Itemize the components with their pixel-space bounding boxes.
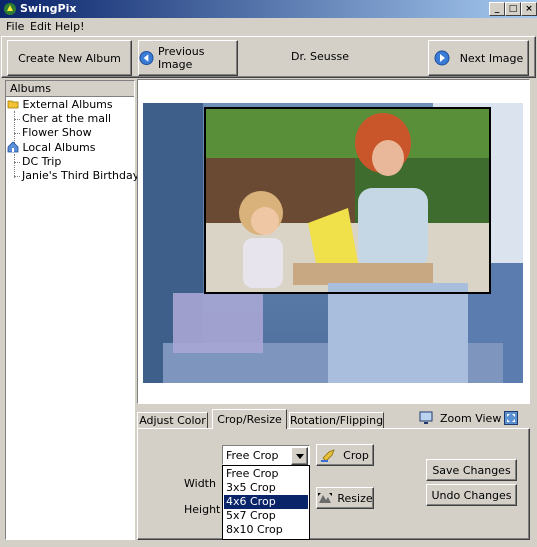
close-button[interactable]: × bbox=[521, 2, 537, 16]
minimize-button[interactable]: _ bbox=[489, 2, 505, 16]
tree-connector bbox=[14, 133, 20, 134]
undo-changes-button[interactable]: Undo Changes bbox=[426, 484, 517, 506]
create-album-label: Create New Album bbox=[18, 51, 121, 65]
resize-button[interactable]: Resize bbox=[316, 487, 374, 509]
tab-crop-resize[interactable]: Crop/Resize bbox=[212, 409, 287, 429]
fullscreen-icon[interactable] bbox=[504, 411, 518, 425]
maximize-button[interactable]: □ bbox=[505, 2, 521, 16]
next-image-label: Next Image bbox=[459, 51, 524, 65]
height-label: Height bbox=[184, 503, 221, 516]
chevron-down-icon[interactable] bbox=[291, 447, 308, 465]
resize-icon bbox=[318, 493, 333, 503]
tab-adjust-color[interactable]: Adjust Color bbox=[137, 412, 208, 429]
tree-label: Cher at the mall bbox=[22, 112, 112, 125]
tree-connector bbox=[14, 119, 20, 120]
tree-item-album[interactable]: DC Trip bbox=[22, 155, 61, 169]
tab-label: Crop/Resize bbox=[217, 413, 282, 426]
folder-icon bbox=[7, 100, 19, 109]
photo[interactable] bbox=[143, 103, 523, 383]
tree-item-album[interactable]: Flower Show bbox=[22, 126, 92, 140]
tree-connector bbox=[14, 176, 20, 177]
crop-select-value: Free Crop bbox=[226, 449, 279, 462]
crop-icon bbox=[321, 449, 335, 462]
app-icon bbox=[4, 3, 16, 15]
app-title: SwingPix bbox=[20, 2, 77, 15]
crop-size-select[interactable]: Free Crop bbox=[222, 445, 310, 465]
tree-node-external-albums[interactable]: External Albums bbox=[7, 98, 113, 112]
zoom-view-label: Zoom View bbox=[440, 412, 502, 425]
crop-size-dropdown: Free Crop 3x5 Crop 4x6 Crop 5x7 Crop 8x1… bbox=[222, 465, 310, 540]
zoom-view-control[interactable]: Zoom View bbox=[419, 411, 519, 427]
crop-option[interactable]: 8x10 Crop bbox=[224, 523, 308, 537]
tree-label: Local Albums bbox=[22, 141, 96, 154]
crop-button-label: Crop bbox=[343, 448, 369, 462]
tree-label: Flower Show bbox=[22, 126, 92, 139]
tree-connector bbox=[14, 162, 20, 163]
menu-help[interactable]: Help! bbox=[55, 20, 85, 33]
crop-option-highlighted[interactable]: 4x6 Crop bbox=[224, 495, 308, 509]
next-image-button[interactable]: Next Image bbox=[428, 40, 529, 76]
arrow-left-icon bbox=[139, 50, 154, 66]
save-changes-label: Save Changes bbox=[432, 463, 511, 477]
tree-label: Janie's Third Birthday bbox=[22, 169, 140, 182]
tree-item-album[interactable]: Janie's Third Birthday bbox=[22, 169, 139, 183]
resize-button-label: Resize bbox=[337, 491, 373, 505]
undo-changes-label: Undo Changes bbox=[431, 488, 512, 502]
tree-node-local-albums[interactable]: Local Albums bbox=[7, 141, 96, 155]
tab-label: Rotation/Flipping bbox=[290, 414, 384, 427]
album-tree: Albums External Albums Cher at the mall … bbox=[5, 80, 139, 540]
tree-item-album[interactable]: Cher at the mall bbox=[22, 112, 111, 126]
tree-label: DC Trip bbox=[22, 155, 62, 168]
menu-file[interactable]: File bbox=[6, 20, 24, 33]
photo-image bbox=[143, 103, 523, 383]
previous-image-button[interactable]: Previous Image bbox=[138, 40, 238, 76]
crop-option[interactable]: 5x7 Crop bbox=[224, 509, 308, 523]
title-bar[interactable]: SwingPix _ □ × bbox=[0, 0, 537, 18]
crop-option[interactable]: 3x5 Crop bbox=[224, 481, 308, 495]
save-changes-button[interactable]: Save Changes bbox=[426, 459, 517, 481]
tree-connector bbox=[14, 154, 15, 178]
arrow-right-icon bbox=[434, 50, 450, 66]
width-label: Width bbox=[184, 477, 216, 490]
tree-header: Albums bbox=[6, 81, 134, 97]
create-album-button[interactable]: Create New Album bbox=[7, 40, 132, 76]
home-icon bbox=[7, 141, 19, 153]
monitor-icon bbox=[419, 411, 433, 424]
tab-rotation-flipping[interactable]: Rotation/Flipping bbox=[289, 412, 384, 429]
previous-image-label: Previous Image bbox=[157, 45, 205, 71]
crop-option[interactable]: Free Crop bbox=[224, 467, 308, 481]
menu-bar: File Edit Help! bbox=[0, 18, 537, 36]
tab-label: Adjust Color bbox=[139, 414, 206, 427]
tree-label: External Albums bbox=[22, 98, 113, 111]
menu-edit[interactable]: Edit bbox=[30, 20, 51, 33]
crop-button[interactable]: Crop bbox=[316, 444, 374, 466]
album-name: Dr. Seusse bbox=[291, 50, 349, 63]
